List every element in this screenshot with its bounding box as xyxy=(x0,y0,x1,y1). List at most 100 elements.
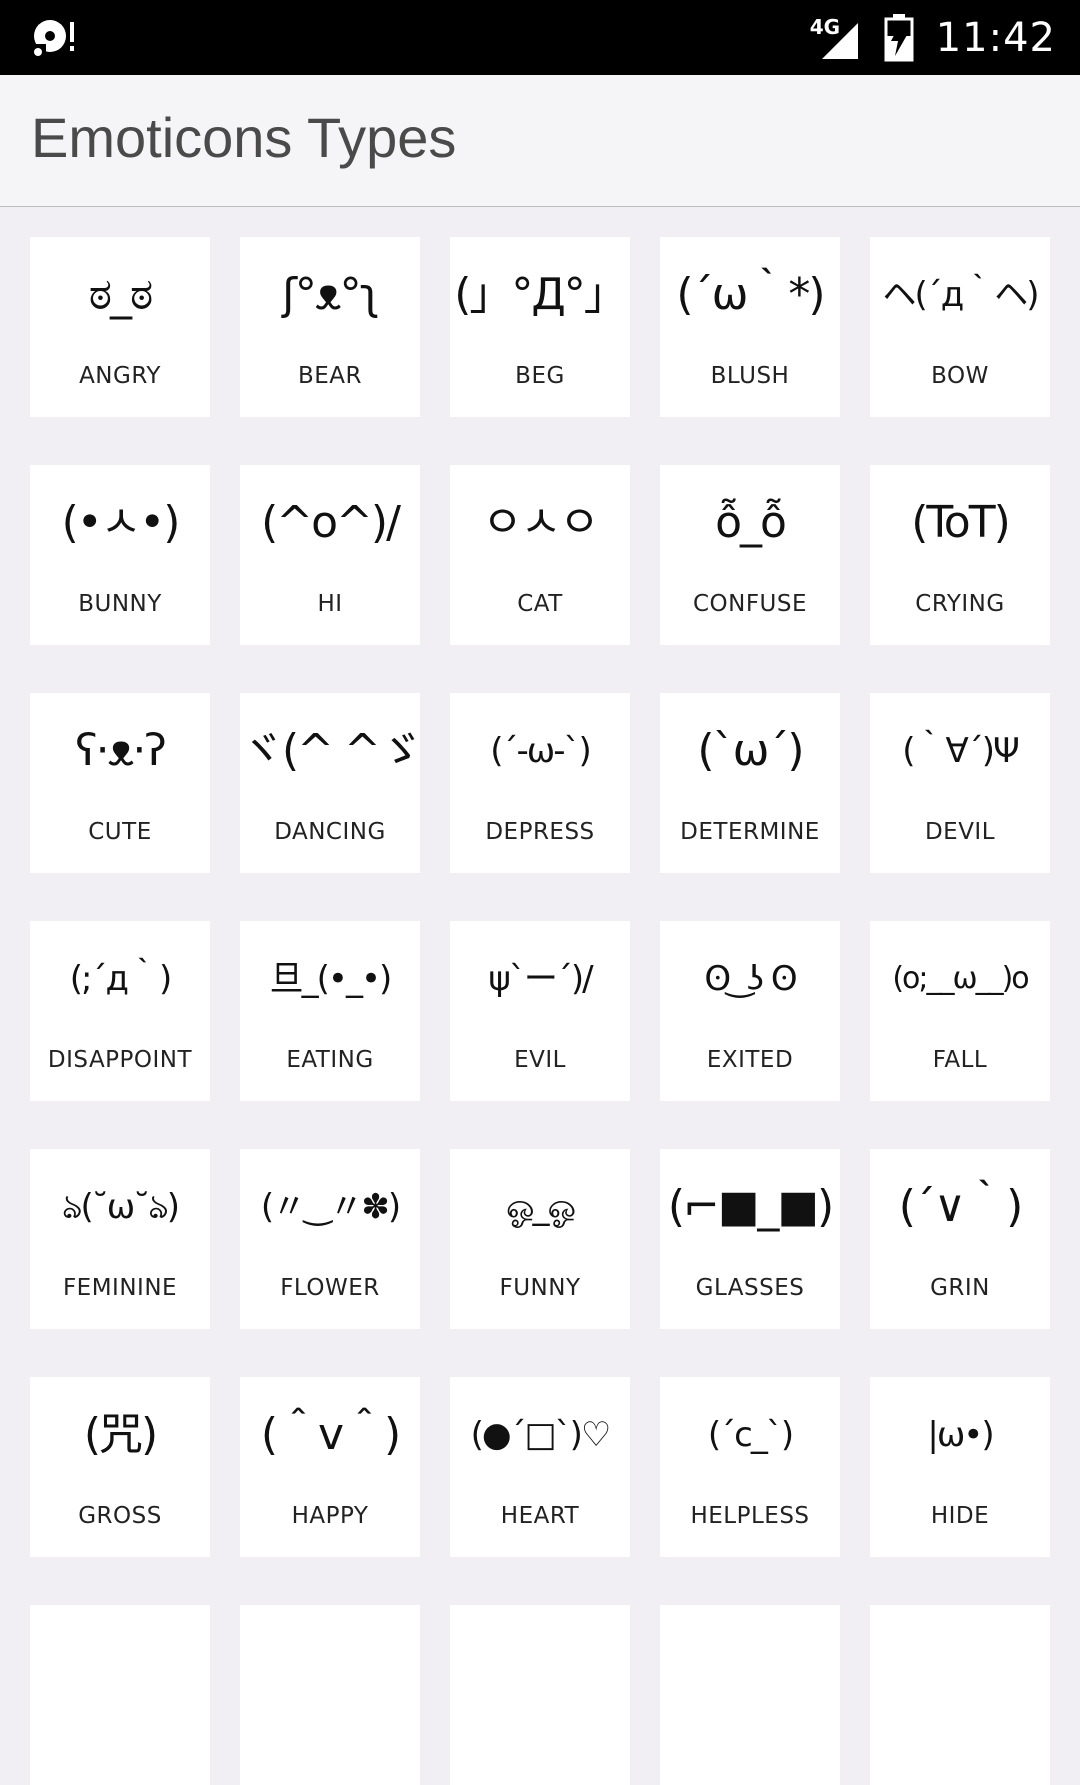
emoticon-tile-funny[interactable]: ஓ_ஓ FUNNY xyxy=(450,1149,630,1329)
emoticon-label: EATING xyxy=(286,1047,374,1073)
emoticon-tile-hi[interactable]: (^o^)/ HI xyxy=(240,465,420,645)
status-icons: 4G 11:42 xyxy=(810,0,1056,75)
emoticon-label: FEMININE xyxy=(62,1275,178,1301)
emoticon-label: DETERMINE xyxy=(680,819,820,845)
emoticon-face: ヾ(^ ^ゞ xyxy=(240,725,420,776)
emoticon-tile-partial[interactable] xyxy=(30,1605,210,1785)
emoticon-tile-exited[interactable]: ʘ ͜ ʖ ʘ EXITED xyxy=(660,921,840,1101)
emoticon-face: (´∨｀) xyxy=(898,1181,1024,1232)
signal-icon xyxy=(821,22,858,59)
emoticon-face: ㅇㅅㅇ xyxy=(482,497,599,548)
emoticon-face: (o;__ω__)o xyxy=(892,961,1029,996)
emoticon-label: CONFUSE xyxy=(692,591,808,617)
emoticon-face: (●´□`)♡ xyxy=(470,1415,612,1455)
emoticon-face: ʘ ͜ ʖ ʘ xyxy=(704,959,797,999)
emoticon-label: HELPLESS xyxy=(690,1503,810,1529)
emoticon-label: DANCING xyxy=(274,819,386,845)
emoticon-label: GROSS xyxy=(78,1503,162,1529)
emoticon-tile-gross[interactable]: (咒) GROSS xyxy=(30,1377,210,1557)
emoticon-face: (ToT) xyxy=(911,497,1011,548)
emoticon-face: |ω•) xyxy=(927,1415,994,1455)
emoticon-tile-flower[interactable]: (〃‿〃✽) FLOWER xyxy=(240,1149,420,1329)
page-title: Emoticons Types xyxy=(31,106,457,169)
emoticon-label: DEVIL xyxy=(924,819,996,845)
emoticon-face: ʕ·ᴥ·ʔ xyxy=(75,725,167,776)
emoticon-face: (;´д｀) xyxy=(69,959,173,999)
emoticon-face: (´-ω-`) xyxy=(490,731,592,771)
emoticon-label: DISAPPOINT xyxy=(47,1047,193,1073)
emoticon-tile-partial[interactable] xyxy=(450,1605,630,1785)
emoticon-label: BUNNY xyxy=(78,591,162,617)
emoticon-face: (＾v＾) xyxy=(260,1409,401,1460)
emoticon-label: CAT xyxy=(517,591,563,617)
emoticon-face: (咒) xyxy=(83,1409,158,1460)
emoticon-face: ஓ_ஓ xyxy=(505,1187,576,1227)
emoticon-tile-bear[interactable]: ʃ°ᴥ°ʅ BEAR xyxy=(240,237,420,417)
emoticon-label: CUTE xyxy=(88,819,152,845)
battery-charging-icon xyxy=(884,13,914,61)
emoticon-tile-bunny[interactable]: (•ㅅ•) BUNNY xyxy=(30,465,210,645)
emoticon-tile-partial[interactable] xyxy=(240,1605,420,1785)
emoticon-face: (〃‿〃✽) xyxy=(260,1187,401,1227)
emoticon-tile-beg[interactable]: (」°Д°」 BEG xyxy=(450,237,630,417)
emoticon-tile-angry[interactable]: ಠ_ಠ ANGRY xyxy=(30,237,210,417)
notification-icon xyxy=(34,20,74,56)
emoticon-label: BEAR xyxy=(297,363,363,389)
emoticon-tile-hide[interactable]: |ω•) HIDE xyxy=(870,1377,1050,1557)
emoticon-tile-fall[interactable]: (o;__ω__)o FALL xyxy=(870,921,1050,1101)
emoticon-tile-eating[interactable]: 旦_(•_•) EATING xyxy=(240,921,420,1101)
emoticon-face: ʃ°ᴥ°ʅ xyxy=(282,269,380,320)
emoticon-tile-depress[interactable]: (´-ω-`) DEPRESS xyxy=(450,693,630,873)
emoticon-face: (⌐■_■) xyxy=(667,1181,834,1232)
emoticon-face: (^o^)/ xyxy=(261,497,401,548)
emoticon-label: FUNNY xyxy=(499,1275,581,1301)
emoticon-tile-feminine[interactable]: ঌ(˘ω˘ঌ) FEMININE xyxy=(30,1149,210,1329)
emoticon-tile-devil[interactable]: (｀∀´)Ψ DEVIL xyxy=(870,693,1050,873)
emoticon-face: (´c_`) xyxy=(707,1415,794,1455)
emoticon-label: FLOWER xyxy=(280,1275,380,1301)
emoticon-tile-grin[interactable]: (´∨｀) GRIN xyxy=(870,1149,1050,1329)
emoticon-face: ಠ_ಠ xyxy=(88,269,154,320)
emoticon-tile-partial[interactable] xyxy=(660,1605,840,1785)
emoticon-tile-evil[interactable]: ψ`ー´)/ EVIL xyxy=(450,921,630,1101)
emoticon-label: BEG xyxy=(515,363,565,389)
emoticon-face: 旦_(•_•) xyxy=(269,959,393,999)
emoticon-face: (`ω´) xyxy=(697,725,804,776)
emoticon-tile-happy[interactable]: (＾v＾) HAPPY xyxy=(240,1377,420,1557)
emoticon-label: HIDE xyxy=(930,1503,990,1529)
signal-indicator: 4G xyxy=(810,15,862,61)
emoticon-tile-heart[interactable]: (●´□`)♡ HEART xyxy=(450,1377,630,1557)
emoticon-tile-cute[interactable]: ʕ·ᴥ·ʔ CUTE xyxy=(30,693,210,873)
emoticon-label: HI xyxy=(317,591,343,617)
clock: 11:42 xyxy=(935,14,1056,61)
emoticon-face: ヘ(´д｀ヘ) xyxy=(882,275,1039,315)
app-bar: Emoticons Types xyxy=(0,75,1080,207)
emoticon-label: CRYING xyxy=(915,591,1005,617)
emoticon-label: HEART xyxy=(500,1503,580,1529)
emoticon-label: HAPPY xyxy=(291,1503,369,1529)
emoticon-tile-crying[interactable]: (ToT) CRYING xyxy=(870,465,1050,645)
emoticon-tile-glasses[interactable]: (⌐■_■) GLASSES xyxy=(660,1149,840,1329)
emoticon-label: DEPRESS xyxy=(485,819,595,845)
emoticon-tile-bow[interactable]: ヘ(´д｀ヘ) BOW xyxy=(870,237,1050,417)
emoticon-label: BOW xyxy=(931,363,989,389)
emoticon-tile-cat[interactable]: ㅇㅅㅇ CAT xyxy=(450,465,630,645)
emoticon-label: EXITED xyxy=(706,1047,794,1073)
emoticon-label: FALL xyxy=(932,1047,988,1073)
emoticon-tile-determine[interactable]: (`ω´) DETERMINE xyxy=(660,693,840,873)
emoticon-tile-confuse[interactable]: ỗ_ỗ CONFUSE xyxy=(660,465,840,645)
emoticon-tile-dancing[interactable]: ヾ(^ ^ゞ DANCING xyxy=(240,693,420,873)
emoticon-label: GRIN xyxy=(930,1275,990,1301)
emoticon-label: BLUSH xyxy=(710,363,790,389)
emoticon-tile-helpless[interactable]: (´c_`) HELPLESS xyxy=(660,1377,840,1557)
status-bar: 4G 11:42 xyxy=(0,0,1080,75)
emoticon-face: (•ㅅ•) xyxy=(61,497,181,548)
emoticon-tile-disappoint[interactable]: (;´д｀) DISAPPOINT xyxy=(30,921,210,1101)
emoticon-tile-partial[interactable] xyxy=(870,1605,1050,1785)
emoticon-face: (´ω｀*) xyxy=(676,269,825,320)
emoticon-tile-blush[interactable]: (´ω｀*) BLUSH xyxy=(660,237,840,417)
emoticon-face: (｀∀´)Ψ xyxy=(902,731,1020,771)
emoticon-face: ỗ_ỗ xyxy=(715,497,787,548)
emoticon-face: (」°Д°」 xyxy=(454,269,628,320)
emoticon-label: GLASSES xyxy=(695,1275,805,1301)
